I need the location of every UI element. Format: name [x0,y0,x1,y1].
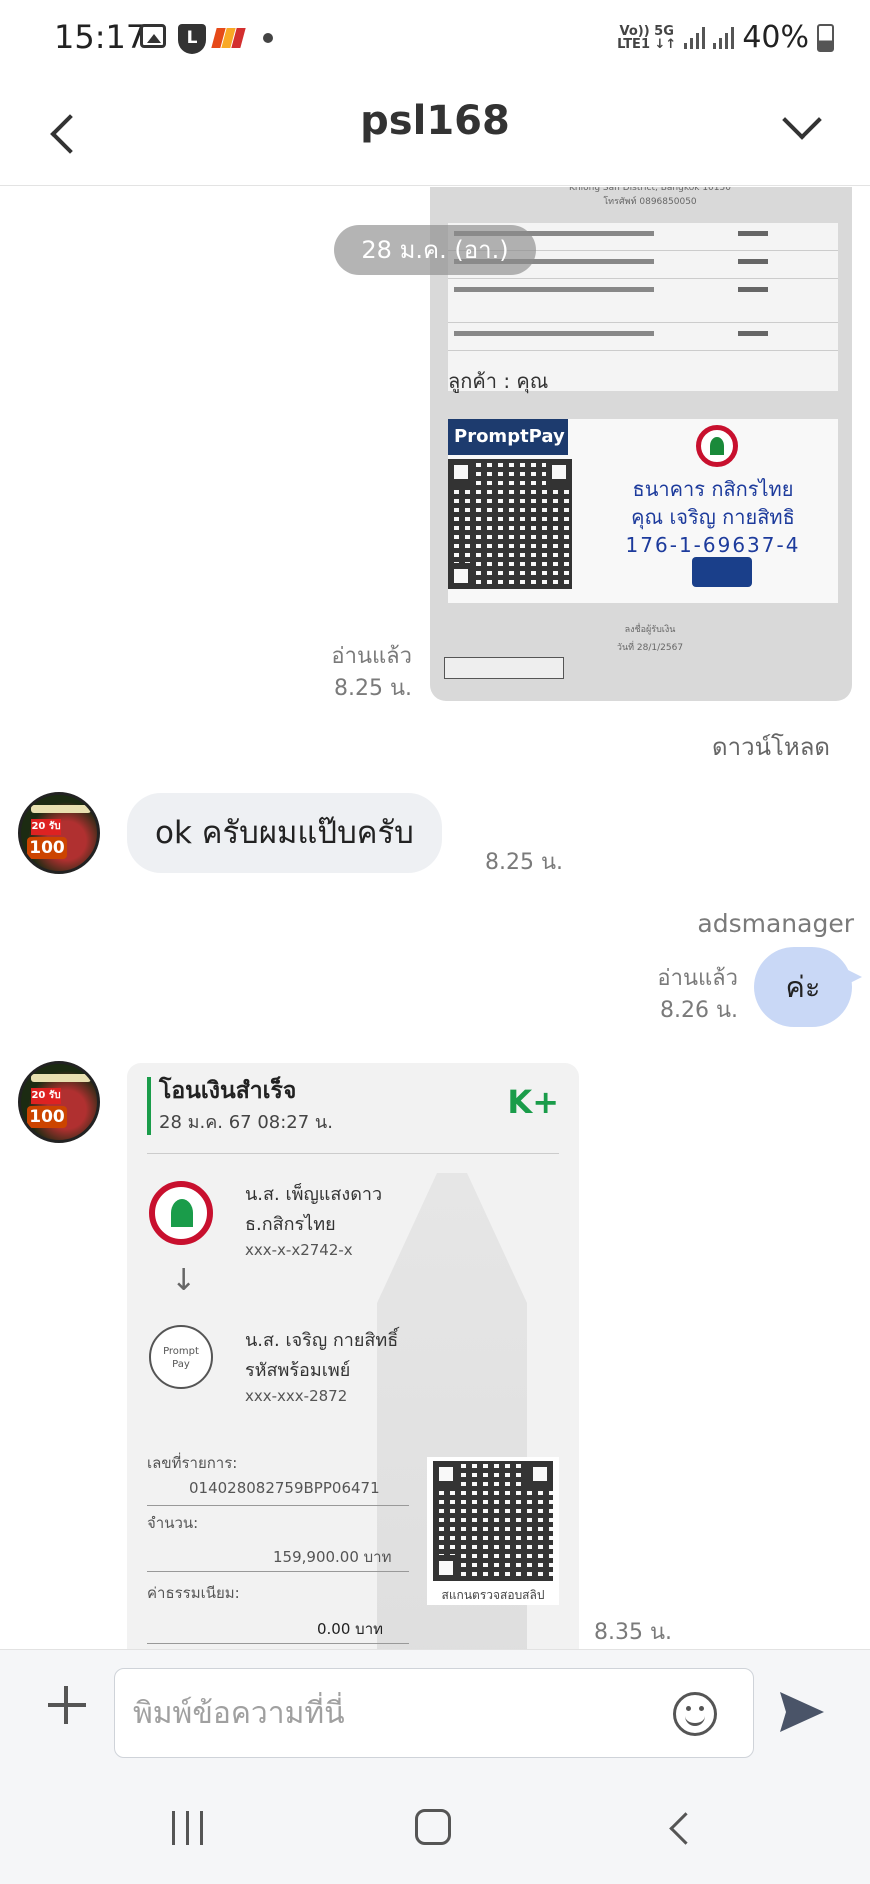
kplus-logo: K+ [507,1083,559,1121]
promptpay-section: PromptPay ธนาคาร กสิกรไทย คุณ เจริญ กายส… [448,419,838,603]
account-name: คุณ เจริญ กายสิทธิ [631,505,795,529]
amount-line [147,1571,409,1572]
message-time: 8.25 น. [333,676,412,701]
read-status: อ่านแล้ว [331,644,412,669]
date-chip: 28 ม.ค. (อา.) [334,225,536,275]
emoji-icon[interactable] [673,1692,717,1736]
ref-value: 014028082759BPP06471 [189,1479,380,1497]
status-time: 15:17 [54,18,147,56]
status-bar: 15:17 L Vo)) 5G LTE1 ↓↑ 40% [0,0,870,78]
avatar-number: 100 [27,837,67,859]
avatar[interactable]: 20 รับ 100 [18,792,100,874]
invoice-button [692,557,752,587]
network-label-top: Vo)) 5G [619,23,674,39]
to-bank: รหัสพร้อมเพย์ [245,1360,351,1381]
invoice-print-buttons [444,657,564,679]
back-icon[interactable] [664,1811,694,1845]
message-time: 8.25 น. [485,850,564,875]
fee-label: ค่าธรรมเนียม: [147,1584,240,1602]
ref-label: เลขที่รายการ: [147,1454,238,1472]
promptpay-icon: Prompt Pay [149,1325,213,1389]
from-account: xxx-x-x2742-x [245,1241,353,1259]
download-link[interactable]: ดาวน์โหลด [712,727,830,766]
sender-name: adsmanager [697,909,854,938]
invoice-header-text: Khlong San District, Bangkok 10150 โทรศัพ… [569,187,731,207]
dot-icon [263,33,273,43]
status-right: Vo)) 5G LTE1 ↓↑ 40% [617,20,834,55]
receipt-image[interactable]: โอนเงินสำเร็จ 28 ม.ค. 67 08:27 น. K+ น.ส… [127,1063,579,1649]
chat-area[interactable]: Khlong San District, Bangkok 10150 โทรศัพ… [0,187,870,1649]
message-time: 8.35 น. [594,1620,673,1645]
home-icon[interactable] [415,1809,451,1845]
message-input[interactable] [114,1668,754,1758]
promptpay-logo: PromptPay [448,419,568,455]
avatar-badge: 20 รับ [31,819,61,835]
kplus-text: K+ [507,1083,559,1121]
kbank-logo [696,425,738,467]
amount-value: 159,900.00 บาท [273,1548,392,1566]
promptpay-qr [448,459,572,589]
bank-name: ธนาคาร กสิกรไทย [632,477,794,501]
receipt-datetime: 28 ม.ค. 67 08:27 น. [159,1112,333,1133]
gallery-icon [140,24,166,48]
nav-bar [0,1773,870,1884]
chevron-down-icon[interactable] [776,102,826,152]
network-label-bottom: LTE1 ↓↑ [617,36,677,52]
ref-line [147,1505,409,1506]
to-account: xxx-xxx-2872 [245,1387,348,1405]
network-indicator: Vo)) 5G LTE1 ↓↑ [617,25,676,51]
bank-details: ธนาคาร กสิกรไทย คุณ เจริญ กายสิทธิ 176-1… [588,475,838,559]
invoice-meta: อ่านแล้ว 8.25 น. [331,641,412,705]
receipt-accent-bar [147,1077,151,1135]
amount-label: จำนวน: [147,1514,199,1532]
avatar-number: 100 [27,1106,67,1128]
account-number: 176-1-69637-4 [625,533,801,557]
signal-icon-2 [713,26,735,49]
avatar[interactable]: 20 รับ 100 [18,1061,100,1143]
receipt-qr [433,1461,553,1581]
kbank-logo [149,1181,213,1245]
avatar-badge: 20 รับ [31,1088,61,1104]
arrow-down-icon: ↓ [171,1263,197,1298]
qr-label: สแกนตรวจสอบสลิป [441,1588,545,1602]
chat-header: psl168 [0,78,870,186]
from-bank: ธ.กสิกรไทย [245,1214,336,1235]
plus-icon[interactable] [42,1680,92,1730]
read-status: อ่านแล้ว [657,966,738,991]
receipt-qr-block: สแกนตรวจสอบสลิป [427,1457,559,1605]
message-bubble[interactable]: ok ครับผมแป๊บครับ [127,793,442,873]
invoice-footer: ลงชื่อผู้รับเงิน วันที่ 28/1/2567 [616,625,684,653]
chat-title: psl168 [360,98,510,144]
signal-icon [684,26,706,49]
outgoing-meta: อ่านแล้ว 8.26 น. [657,963,738,1027]
send-icon[interactable] [778,1690,826,1734]
outgoing-bubble[interactable]: ค่ะ [754,947,862,1027]
input-bar [0,1649,870,1773]
receipt-title: โอนเงินสำเร็จ [159,1078,297,1104]
fee-value: 0.00 บาท [317,1620,383,1638]
fee-line [147,1643,409,1644]
to-name: น.ส. เจริญ กายสิทธิ์ [245,1330,399,1351]
battery-icon [817,23,834,52]
app-icon [211,28,246,50]
receipt-separator [147,1153,559,1154]
screen: 15:17 L Vo)) 5G LTE1 ↓↑ 40% psl168 Khlon… [0,0,870,1884]
line-icon: L [178,24,206,54]
from-name: น.ส. เพ็ญแสงดาว [245,1184,383,1205]
invoice-customer: ลูกค้า : คุณ [448,369,549,393]
message-time: 8.26 น. [659,998,738,1023]
recents-icon[interactable] [172,1811,206,1845]
battery-percent: 40% [742,20,809,55]
